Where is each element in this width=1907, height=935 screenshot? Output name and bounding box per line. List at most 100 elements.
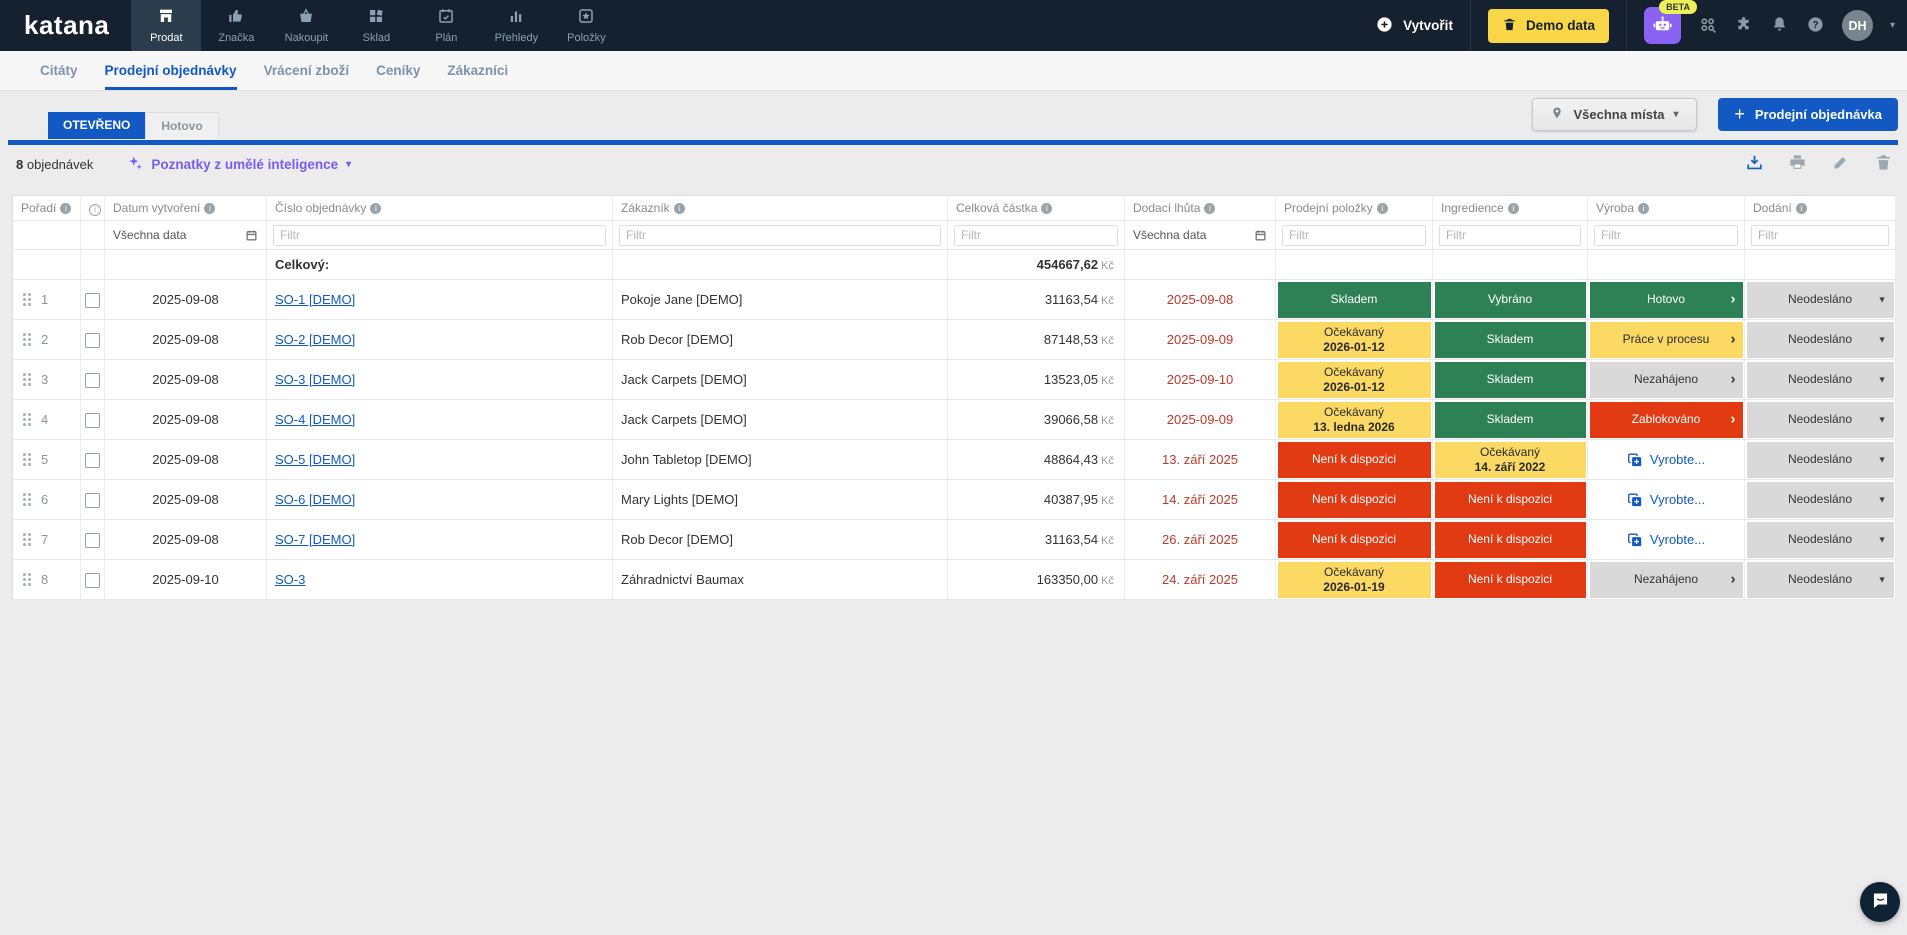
row-checkbox[interactable] xyxy=(85,493,100,508)
row-checkbox[interactable] xyxy=(85,453,100,468)
production-status-badge[interactable]: Nezahájeno› xyxy=(1590,562,1743,598)
account-caret-icon[interactable]: ▾ xyxy=(1890,20,1895,31)
delivery-status-badge[interactable]: Neodesláno▼ xyxy=(1747,562,1894,598)
delivery-status-badge[interactable]: Neodesláno▼ xyxy=(1747,282,1894,318)
column-header-sales_items[interactable]: Prodejní položkyi xyxy=(1276,196,1433,221)
status-tab-open[interactable]: OTEVŘENO xyxy=(48,112,145,139)
column-header-order[interactable]: Pořadíi xyxy=(13,196,81,221)
demo-data-button[interactable]: Demo data xyxy=(1488,9,1609,43)
filter-input-delivery[interactable] xyxy=(1751,225,1889,246)
make-production-link[interactable]: Vyrobte... xyxy=(1590,522,1743,558)
row-checkbox[interactable] xyxy=(85,293,100,308)
column-header-customer[interactable]: Zákazníki xyxy=(613,196,948,221)
make-production-link[interactable]: Vyrobte... xyxy=(1590,442,1743,478)
table-row: 62025-09-08SO-6 [DEMO]Mary Lights [DEMO]… xyxy=(13,480,1896,520)
row-checkbox[interactable] xyxy=(85,413,100,428)
make-production-link[interactable]: Vyrobte... xyxy=(1590,482,1743,518)
cell-deadline: 24. září 2025 xyxy=(1125,560,1276,600)
order-number-link[interactable]: SO-5 [DEMO] xyxy=(267,452,363,467)
column-header-production[interactable]: Výrobai xyxy=(1588,196,1745,221)
row-checkbox[interactable] xyxy=(85,533,100,548)
edit-button[interactable] xyxy=(1831,153,1850,175)
delete-button[interactable] xyxy=(1874,153,1893,175)
nav-item-polozky[interactable]: Položky xyxy=(551,0,621,51)
date-filter-deadline[interactable]: Všechna data xyxy=(1131,228,1269,242)
global-search-button[interactable] xyxy=(1698,15,1717,37)
cell-sales-items: Očekávaný2026-01-12 xyxy=(1276,320,1433,360)
delivery-status-badge[interactable]: Neodesláno▼ xyxy=(1747,522,1894,558)
locations-dropdown[interactable]: Všechna místa ▾ xyxy=(1532,98,1697,131)
subnav-tab-zakaznici[interactable]: Zákazníci xyxy=(447,51,508,90)
production-status-badge[interactable]: Zablokováno› xyxy=(1590,402,1743,438)
subnav-tab-prodejni-objednavky[interactable]: Prodejní objednávky xyxy=(105,51,237,90)
column-header-total[interactable]: Celková částkai xyxy=(948,196,1125,221)
order-number-link[interactable]: SO-7 [DEMO] xyxy=(267,532,363,547)
production-status-badge[interactable]: Práce v procesu› xyxy=(1590,322,1743,358)
avatar[interactable]: DH xyxy=(1842,10,1873,41)
filter-input-sales_items[interactable] xyxy=(1282,225,1426,246)
column-header-ingredients[interactable]: Ingrediencei xyxy=(1433,196,1588,221)
row-checkbox[interactable] xyxy=(85,573,100,588)
column-header-delivery[interactable]: Dodáníi xyxy=(1745,196,1896,221)
drag-handle-icon[interactable] xyxy=(23,573,31,586)
export-download-button[interactable] xyxy=(1745,153,1764,175)
date-filter-created[interactable]: Všechna data xyxy=(111,228,260,242)
filter-input-customer[interactable] xyxy=(619,225,941,246)
filter-input-number[interactable] xyxy=(273,225,606,246)
notifications-button[interactable] xyxy=(1770,15,1789,37)
toolbar-actions xyxy=(1745,153,1893,175)
make-production-label: Vyrobte... xyxy=(1650,452,1705,467)
row-checkbox[interactable] xyxy=(85,373,100,388)
drag-handle-icon[interactable] xyxy=(23,373,31,386)
new-sales-order-button[interactable]: + Prodejní objednávka xyxy=(1718,98,1898,131)
drag-handle-icon[interactable] xyxy=(23,533,31,546)
nav-item-sklad[interactable]: Sklad xyxy=(341,0,411,51)
create-button[interactable]: Vytvořit xyxy=(1375,15,1453,37)
column-header-created[interactable]: Datum vytvořeníi xyxy=(105,196,267,221)
help-button[interactable]: ? xyxy=(1806,15,1825,37)
subnav-tab-vraceni-zbozi[interactable]: Vrácení zboží xyxy=(264,51,350,90)
column-header-deadline[interactable]: Dodací lhůtai xyxy=(1125,196,1276,221)
nav-item-prehledy[interactable]: Přehledy xyxy=(481,0,551,51)
nav-item-plan[interactable]: Plán xyxy=(411,0,481,51)
order-number-link[interactable]: SO-3 xyxy=(267,572,313,587)
katana-logo[interactable]: katana xyxy=(0,0,131,51)
drag-handle-icon[interactable] xyxy=(23,453,31,466)
drag-handle-icon[interactable] xyxy=(23,493,31,506)
print-button[interactable] xyxy=(1788,153,1807,175)
drag-handle-icon[interactable] xyxy=(23,413,31,426)
filter-input-production[interactable] xyxy=(1594,225,1738,246)
status-tab-done[interactable]: Hotovo xyxy=(145,112,218,139)
integrations-button[interactable] xyxy=(1734,15,1753,37)
column-header-select[interactable]: i xyxy=(81,196,105,221)
production-status-badge[interactable]: Nezahájeno› xyxy=(1590,362,1743,398)
delivery-status-badge[interactable]: Neodesláno▼ xyxy=(1747,442,1894,478)
drag-handle-icon[interactable] xyxy=(23,293,31,306)
order-number-link[interactable]: SO-4 [DEMO] xyxy=(267,412,363,427)
delivery-status-badge[interactable]: Neodesláno▼ xyxy=(1747,362,1894,398)
row-checkbox[interactable] xyxy=(85,333,100,348)
filter-input-ingredients[interactable] xyxy=(1439,225,1581,246)
subnav-tab-citaty[interactable]: Citáty xyxy=(40,51,78,90)
nav-item-nakoupit[interactable]: Nakoupit xyxy=(271,0,341,51)
order-number-link[interactable]: SO-1 [DEMO] xyxy=(267,292,363,307)
order-number-link[interactable]: SO-2 [DEMO] xyxy=(267,332,363,347)
order-number-link[interactable]: SO-6 [DEMO] xyxy=(267,492,363,507)
filter-input-total[interactable] xyxy=(954,225,1118,246)
ai-insights-button[interactable]: Poznatky z umělé inteligence ▾ xyxy=(127,155,351,174)
cell-select xyxy=(81,320,105,360)
order-number-link[interactable]: SO-3 [DEMO] xyxy=(267,372,363,387)
production-status-badge[interactable]: Hotovo› xyxy=(1590,282,1743,318)
subnav-tab-ceniky[interactable]: Ceníky xyxy=(376,51,420,90)
basket-icon xyxy=(297,7,315,28)
nav-item-prodat[interactable]: Prodat xyxy=(131,0,201,51)
info-icon: i xyxy=(1638,203,1649,214)
nav-item-znacka[interactable]: Značka xyxy=(201,0,271,51)
delivery-status-badge[interactable]: Neodesláno▼ xyxy=(1747,482,1894,518)
delivery-status-badge[interactable]: Neodesláno▼ xyxy=(1747,322,1894,358)
storefront-icon xyxy=(157,7,175,28)
drag-handle-icon[interactable] xyxy=(23,333,31,346)
column-header-number[interactable]: Číslo objednávkyi xyxy=(267,196,613,221)
delivery-status-badge[interactable]: Neodesláno▼ xyxy=(1747,402,1894,438)
chat-button[interactable] xyxy=(1860,882,1900,922)
